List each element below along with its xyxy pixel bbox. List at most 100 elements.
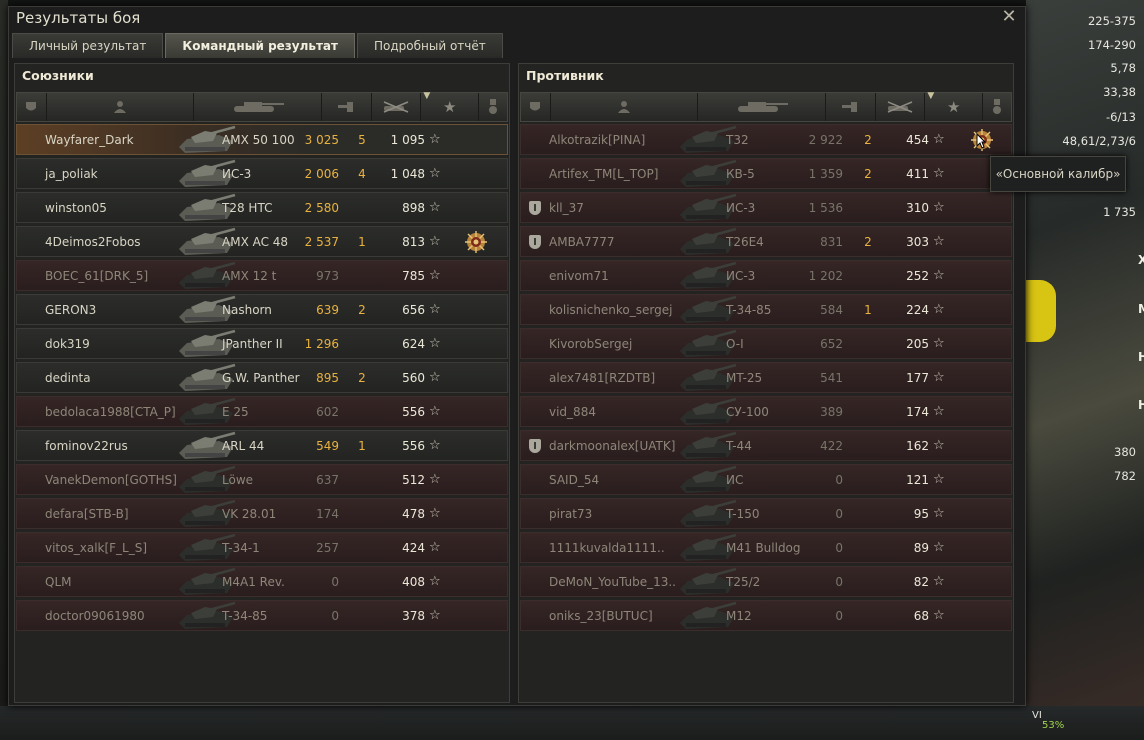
player-row[interactable]: doctor09061980 T-34-85 0 378 ☆ [16,600,508,631]
player-row[interactable]: dok319 JPanther II 1 296 624 ☆ [16,328,508,359]
player-row[interactable]: winston05 T28 HTC 2 580 898 ☆ [16,192,508,223]
star-icon: ☆ [429,132,441,147]
damage-value: 0 [331,609,339,623]
player-row[interactable]: fominov22rus ARL 44 549 1 556 ☆ [16,430,508,461]
experience-value: 174 [906,405,929,419]
stat-readout: 174-290 [1087,38,1136,52]
medal-column-icon[interactable] [983,93,1011,121]
player-row[interactable]: oniks_23[BUTUC] M12 0 68 ☆ [520,600,1012,631]
player-name: DeMoN_YouTube_13.. [549,575,676,589]
star-icon: ☆ [933,370,945,385]
player-row[interactable]: Alkotrazik[PINA] T32 2 922 2 454 ☆ [520,124,1012,155]
player-row[interactable]: Artifex_TM[L_TOP] КВ-5 1 359 2 411 ☆ [520,158,1012,189]
damage-value: 3 025 [304,133,339,147]
tank-name: ИС-3 [726,269,756,283]
player-column-icon[interactable] [47,93,195,121]
damage-value: 973 [316,269,339,283]
player-row[interactable]: darkmoonalex[UATK] T-44 422 162 ☆ [520,430,1012,461]
damage-value: 422 [820,439,843,453]
experience-value: 378 [402,609,425,623]
star-icon: ☆ [429,200,441,215]
star-icon: ☆ [429,302,441,317]
damage-value: 602 [316,405,339,419]
player-row[interactable]: kolisnichenko_sergej T-34-85 584 1 224 ☆ [520,294,1012,325]
player-row[interactable]: pirat73 T-150 0 95 ☆ [520,498,1012,529]
star-icon: ☆ [429,404,441,419]
player-row[interactable]: 1111kuvalda1111.. M41 Bulldog 0 89 ☆ [520,532,1012,563]
player-row[interactable]: vid_884 СУ-100 389 174 ☆ [520,396,1012,427]
player-row[interactable]: KivorobSergej O-I 652 205 ☆ [520,328,1012,359]
medal-column-icon[interactable] [479,93,507,121]
tank-name: MT-25 [726,371,763,385]
tank-name: ARL 44 [222,439,265,453]
experience-value: 785 [402,269,425,283]
experience-value: 454 [906,133,929,147]
experience-value: 303 [906,235,929,249]
experience-value: 68 [913,609,929,623]
player-row[interactable]: 4Deimos2Fobos AMX AC 48 2 537 1 813 ☆ [16,226,508,257]
damage-value: 389 [820,405,843,419]
player-row[interactable]: ja_poliak ИС-3 2 006 4 1 048 ☆ [16,158,508,189]
player-row[interactable]: kll_37 ИС-3 1 536 310 ☆ [520,192,1012,223]
damage-column-icon[interactable] [322,93,372,121]
player-name: darkmoonalex[UATK] [549,439,676,453]
experience-column-icon[interactable]: ★ ▼ [925,91,984,121]
damage-value: 637 [316,473,339,487]
tab-detailed-report[interactable]: Подробный отчёт [356,33,503,58]
close-icon[interactable]: ✕ [999,7,1019,27]
dialog-title: Результаты боя [16,9,141,27]
player-row[interactable]: defara[STB-B] VK 28.01 174 478 ☆ [16,498,508,529]
damage-value: 2 580 [304,201,339,215]
damage-value: 257 [316,541,339,555]
damage-value: 1 536 [808,201,843,215]
player-row[interactable]: Wayfarer_Dark AMX 50 100 3 025 5 1 095 ☆ [16,124,508,155]
tank-name: Löwe [222,473,254,487]
experience-value: 252 [906,269,929,283]
player-name: dok319 [45,337,90,351]
star-icon: ☆ [933,268,945,283]
player-name: dedinta [45,371,91,385]
medal-icon[interactable] [465,231,487,253]
player-row[interactable]: bedolaca1988[CTA_P] E 25 602 556 ☆ [16,396,508,427]
player-name: oniks_23[BUTUC] [549,609,653,623]
kills-column-icon[interactable] [876,93,926,121]
vehicle-column-icon[interactable] [194,93,322,121]
squad-column-icon[interactable] [521,93,551,121]
damage-value: 541 [820,371,843,385]
player-row[interactable]: GERON3 Nashorn 639 2 656 ☆ [16,294,508,325]
kills-value: 1 [358,439,366,453]
tab-team-result[interactable]: Командный результат [165,33,355,58]
stat-readout: 380 [1114,445,1136,459]
player-row[interactable]: AMBA7777 T26E4 831 2 303 ☆ [520,226,1012,257]
tank-name: ИС-3 [222,167,252,181]
experience-value: 898 [402,201,425,215]
tank-name: T32 [726,133,749,147]
kills-column-icon[interactable] [372,93,422,121]
player-row[interactable]: SAID_54 ИС 0 121 ☆ [520,464,1012,495]
player-column-icon[interactable] [551,93,699,121]
enemies-title: Противник [526,68,604,83]
player-row[interactable]: vitos_xalk[F_L_S] T-34-1 257 424 ☆ [16,532,508,563]
player-row[interactable]: alex7481[RZDTB] MT-25 541 177 ☆ [520,362,1012,393]
tab-personal-result[interactable]: Личный результат [12,33,164,58]
player-name: AMBA7777 [549,235,615,249]
star-icon: ☆ [429,438,441,453]
damage-value: 895 [316,371,339,385]
player-name: kolisnichenko_sergej [549,303,673,317]
player-row[interactable]: VanekDemon[GOTHS] Löwe 637 512 ☆ [16,464,508,495]
squad-column-icon[interactable] [17,93,47,121]
damage-column-icon[interactable] [826,93,876,121]
vehicle-column-icon[interactable] [698,93,826,121]
player-row[interactable]: DeMoN_YouTube_13.. T25/2 0 82 ☆ [520,566,1012,597]
experience-column-icon[interactable]: ★ ▼ [421,91,480,121]
player-row[interactable]: BOEC_61[DRK_5] AMX 12 t 973 785 ☆ [16,260,508,291]
damage-value: 584 [820,303,843,317]
player-row[interactable]: enivom71 ИС-3 1 202 252 ☆ [520,260,1012,291]
player-row[interactable]: dedinta G.W. Panther 895 2 560 ☆ [16,362,508,393]
star-icon: ☆ [933,336,945,351]
enemies-panel: Противник ★ ▼ Alkotrazik[PINA] T32 2 922 2 45… [518,63,1014,703]
stat-readout: 1 735 [1103,205,1136,219]
player-row[interactable]: QLM M4A1 Rev. 0 408 ☆ [16,566,508,597]
tank-name: T26E4 [726,235,764,249]
star-icon: ☆ [933,234,945,249]
